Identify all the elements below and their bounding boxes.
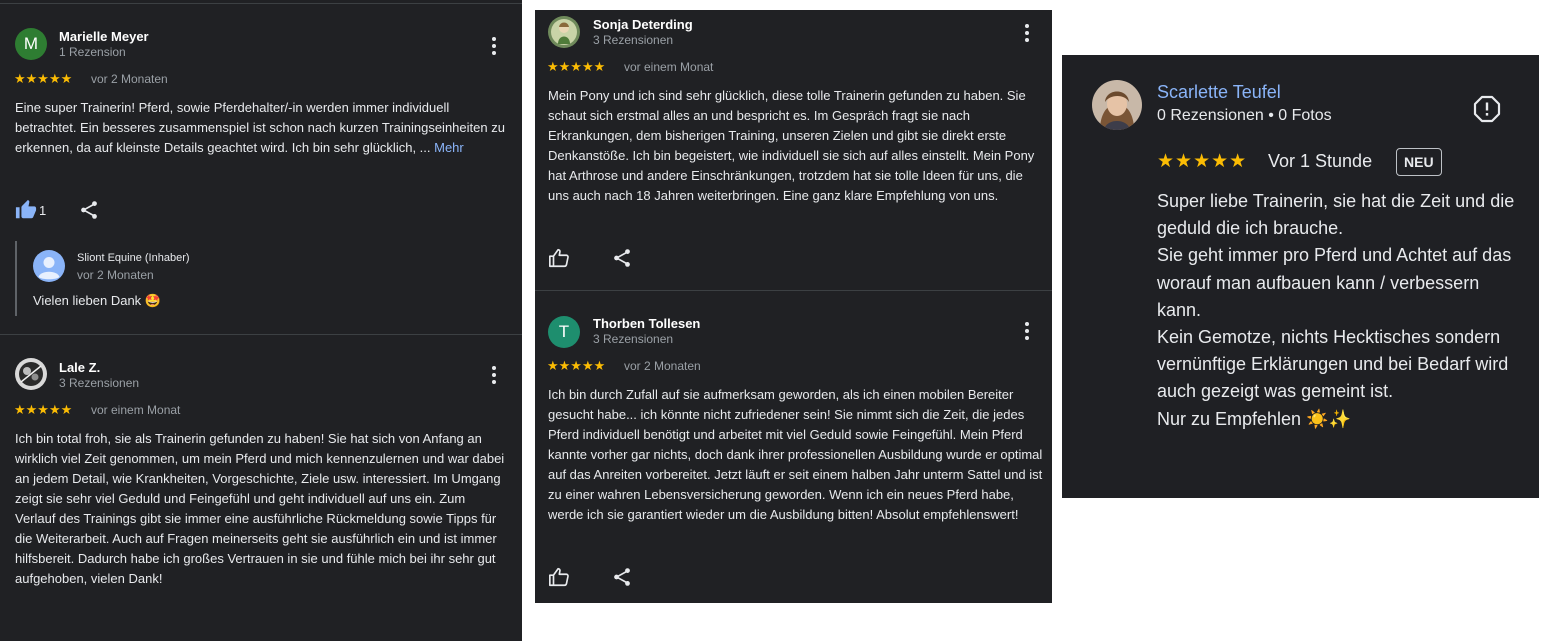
review-date: vor einem Monat — [624, 60, 714, 74]
review-divider — [535, 290, 1052, 291]
avatar[interactable] — [548, 16, 580, 48]
more-options-icon[interactable] — [487, 35, 501, 57]
like-count: 1 — [39, 203, 47, 218]
review-panel-middle: Sonja Deterding 3 Rezensionen ★★★★★ vor … — [535, 10, 1052, 603]
star-rating: ★★★★★ — [1157, 151, 1248, 172]
reviewer-meta[interactable]: 3 Rezensionen — [59, 376, 139, 390]
reviewer-meta[interactable]: 3 Rezensionen — [593, 332, 673, 346]
more-options-icon[interactable] — [1020, 320, 1034, 342]
avatar-letter: M — [23, 34, 39, 53]
review-panel-left: M Marielle Meyer 1 Rezension ★★★★★ vor 2… — [0, 0, 522, 641]
review-text-content: Eine super Trainerin! Pferd, sowie Pferd… — [15, 100, 505, 155]
top-divider — [0, 3, 522, 4]
reviewer-name[interactable]: Marielle Meyer — [59, 29, 149, 44]
share-icon[interactable] — [611, 247, 633, 269]
reviewer-meta[interactable]: 0 Rezensionen • 0 Fotos — [1157, 107, 1332, 125]
review-panel-right: Scarlette Teufel 0 Rezensionen • 0 Fotos… — [1062, 55, 1539, 498]
reviewer-name[interactable]: Sonja Deterding — [593, 17, 693, 32]
report-icon[interactable] — [1473, 95, 1501, 123]
review-text: Ich bin durch Zufall auf sie aufmerksam … — [548, 387, 1043, 522]
review-date: Vor 1 Stunde — [1268, 151, 1373, 171]
star-rating: ★★★★★ — [547, 59, 606, 74]
reply-indicator — [15, 241, 17, 316]
star-rating: ★★★★★ — [14, 402, 73, 417]
more-options-icon[interactable] — [1020, 22, 1034, 44]
reviewer-meta[interactable]: 3 Rezensionen — [593, 33, 673, 47]
review-date: vor einem Monat — [91, 403, 181, 417]
share-icon[interactable] — [611, 566, 633, 588]
reviewer-name[interactable]: Scarlette Teufel — [1157, 82, 1281, 103]
reviewer-meta[interactable]: 1 Rezension — [59, 45, 126, 59]
avatar[interactable] — [1092, 80, 1142, 130]
avatar[interactable]: M — [15, 28, 47, 60]
thumb-up-filled-icon[interactable] — [15, 199, 37, 221]
reply-text: Vielen lieben Dank 🤩 — [33, 293, 161, 308]
review-text: Ich bin total froh, sie als Trainerin ge… — [15, 431, 505, 586]
review-text: Eine super Trainerin! Pferd, sowie Pferd… — [15, 98, 505, 158]
reviewer-name[interactable]: Thorben Tollesen — [593, 316, 700, 331]
review-date: vor 2 Monaten — [624, 359, 701, 373]
star-rating: ★★★★★ — [14, 71, 73, 86]
thumb-up-icon[interactable] — [548, 247, 570, 269]
more-link[interactable]: Mehr — [434, 140, 464, 155]
more-options-icon[interactable] — [487, 364, 501, 386]
avatar[interactable] — [15, 358, 47, 390]
reviewer-name[interactable]: Lale Z. — [59, 360, 100, 375]
review-divider — [0, 334, 522, 335]
thumb-up-icon[interactable] — [548, 566, 570, 588]
avatar-letter: T — [558, 322, 570, 341]
review-date: vor 2 Monaten — [91, 72, 168, 86]
share-icon[interactable] — [78, 199, 100, 221]
reply-date: vor 2 Monaten — [77, 268, 154, 282]
owner-name: Sliont Equine (Inhaber) — [77, 252, 190, 264]
avatar[interactable]: T — [548, 316, 580, 348]
review-text: Mein Pony und ich sind sehr glücklich, d… — [548, 88, 1035, 203]
owner-avatar[interactable] — [33, 250, 65, 282]
review-text: Super liebe Trainerin, sie hat die Zeit … — [1157, 191, 1515, 429]
new-badge: NEU — [1396, 148, 1442, 176]
star-rating: ★★★★★ — [547, 358, 606, 373]
